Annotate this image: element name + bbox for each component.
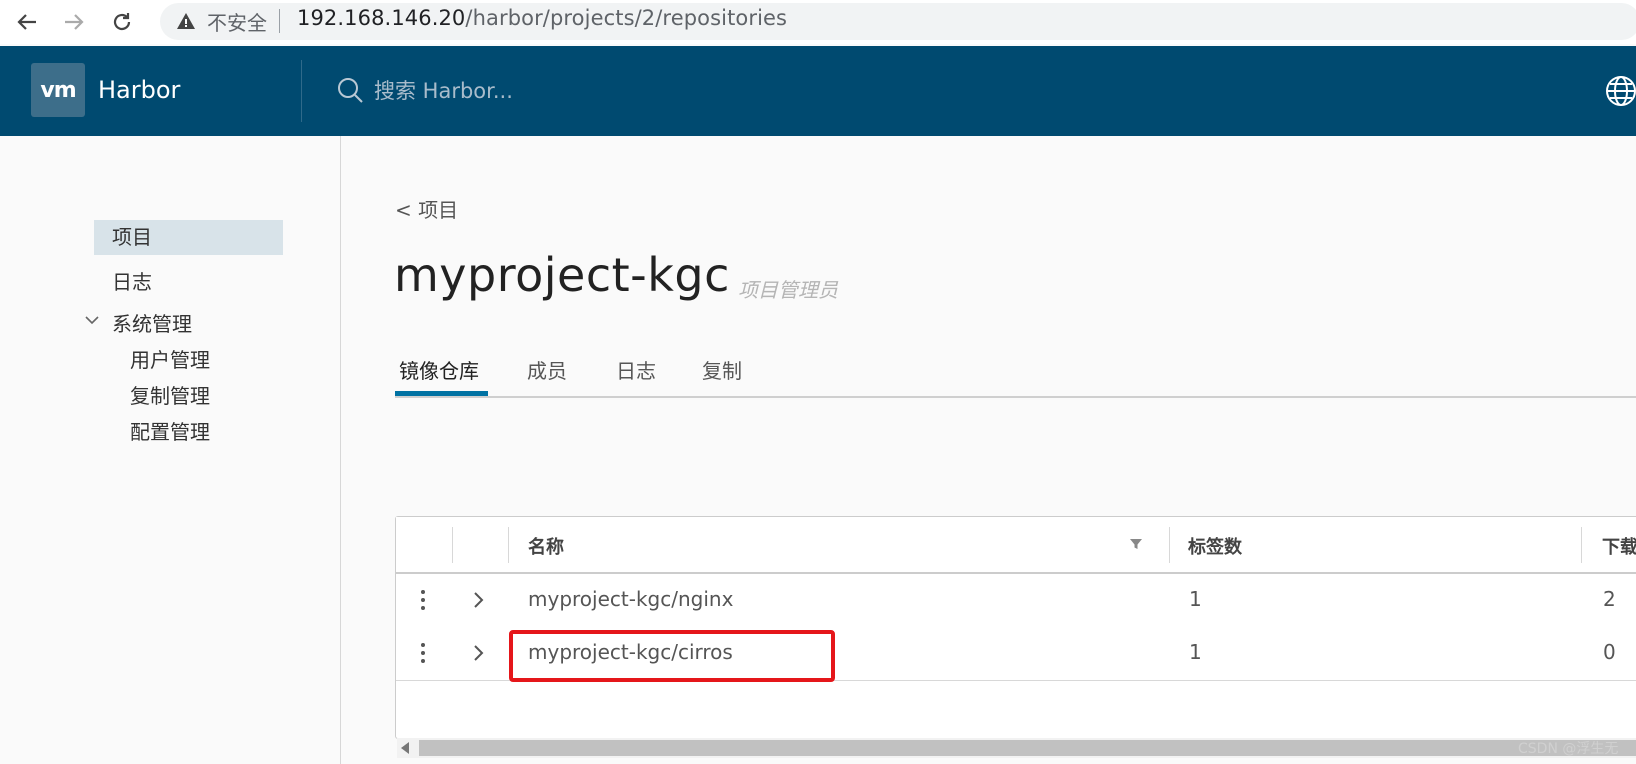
url-text[interactable]: 192.168.146.20/harbor/projects/2/reposit… [297, 6, 787, 30]
header-divider [301, 60, 302, 122]
table-row[interactable]: myproject-kgc/nginx 1 2 [396, 574, 1636, 628]
column-separator [1169, 527, 1170, 563]
chevron-right-icon[interactable] [471, 642, 487, 664]
scroll-left-arrow-icon[interactable] [401, 742, 409, 754]
role-label: 项目管理员 [738, 278, 838, 302]
forward-arrow-icon[interactable] [57, 5, 91, 39]
reload-icon[interactable] [105, 5, 139, 39]
sidebar-item-projects[interactable]: 项目 [94, 220, 283, 255]
tab-repositories[interactable]: 镜像仓库 [399, 355, 479, 384]
sidebar-item-user-management[interactable]: 用户管理 [130, 344, 210, 373]
tab-members[interactable]: 成员 [527, 355, 567, 384]
sidebar-item-logs[interactable]: 日志 [112, 266, 152, 295]
project-tabs: 镜像仓库 成员 日志 复制 [395, 340, 1636, 398]
breadcrumb-back-projects[interactable]: < 项目 [395, 194, 458, 223]
column-separator [508, 527, 509, 563]
download-count: 2 [1603, 587, 1616, 611]
repository-name[interactable]: myproject-kgc/nginx [528, 587, 733, 611]
sidebar-item-configuration[interactable]: 配置管理 [130, 416, 210, 445]
table-header: 名称 标签数 下载 [396, 517, 1636, 574]
back-arrow-icon[interactable] [10, 5, 44, 39]
address-separator [279, 9, 280, 33]
watermark: CSDN @浮生无 [1518, 741, 1619, 757]
search-icon [338, 78, 363, 103]
column-header-downloads[interactable]: 下载 [1602, 533, 1636, 559]
column-header-tags[interactable]: 标签数 [1188, 533, 1242, 559]
tab-logs[interactable]: 日志 [616, 355, 656, 384]
app-name[interactable]: Harbor [98, 76, 180, 104]
chevron-down-icon[interactable] [83, 311, 101, 329]
globe-icon[interactable] [1604, 74, 1636, 108]
horizontal-scrollbar[interactable] [397, 738, 1636, 758]
insecure-label: 不安全 [207, 11, 267, 35]
more-options-icon[interactable] [418, 588, 428, 612]
highlight-annotation [509, 630, 835, 682]
column-separator [452, 527, 453, 563]
sidebar-item-administration[interactable]: 系统管理 [112, 308, 192, 337]
tag-count: 1 [1189, 587, 1202, 611]
app-header: vm Harbor [0, 46, 1636, 136]
tab-replication[interactable]: 复制 [702, 355, 742, 384]
repositories-table: 名称 标签数 下载 myproject-kgc/nginx 1 2 myproj… [395, 516, 1636, 739]
page-title: myproject-kgc [394, 248, 730, 302]
warning-icon [177, 13, 195, 29]
active-tab-indicator [395, 391, 488, 396]
column-header-name[interactable]: 名称 [528, 533, 564, 559]
filter-icon[interactable] [1129, 537, 1143, 551]
more-options-icon[interactable] [418, 641, 428, 665]
download-count: 0 [1603, 640, 1616, 664]
vmware-logo[interactable]: vm [31, 63, 85, 117]
browser-toolbar: 不安全 192.168.146.20/harbor/projects/2/rep… [0, 0, 1636, 44]
column-separator [1581, 527, 1582, 563]
scrollbar-thumb[interactable] [419, 740, 1636, 756]
sidebar-item-replication-management[interactable]: 复制管理 [130, 380, 210, 409]
chevron-right-icon[interactable] [471, 589, 487, 611]
tag-count: 1 [1189, 640, 1202, 664]
search-input[interactable] [372, 74, 776, 108]
